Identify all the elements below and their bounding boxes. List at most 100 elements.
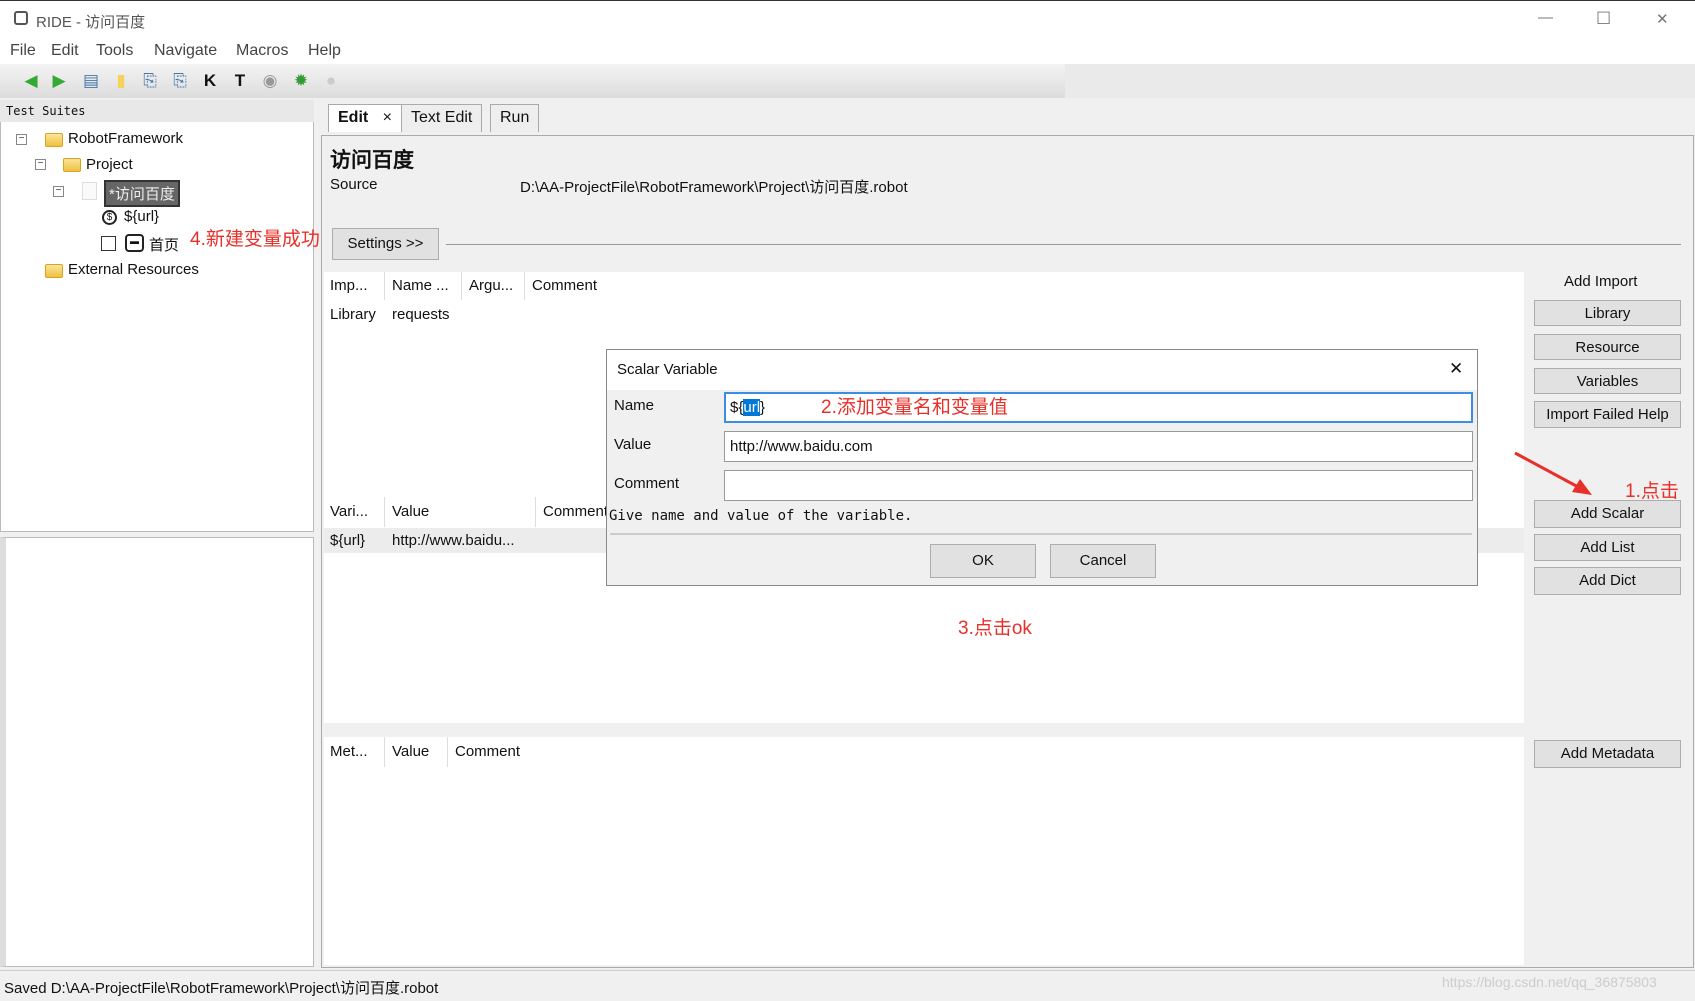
status-text: Saved D:\AA-ProjectFile\RobotFramework\P… [4, 980, 439, 997]
file-icon [82, 182, 97, 200]
value-input[interactable]: http://www.baidu.com [724, 431, 1473, 462]
menu-macros[interactable]: Macros [236, 42, 288, 60]
window-title: RIDE - 访问百度 [36, 14, 146, 31]
column-header[interactable]: Comment [543, 503, 608, 520]
add-library-button[interactable]: Library [1534, 300, 1681, 326]
forward-arrow-icon[interactable]: ▶ [48, 71, 70, 91]
run-icon[interactable]: ◉ [259, 71, 281, 91]
add-dict-button[interactable]: Add Dict [1534, 567, 1681, 595]
dialog-title: Scalar Variable [617, 361, 718, 378]
suite-title: 访问百度 [330, 149, 414, 172]
scalar-variable-dialog: Scalar Variable ✕ Name ${url} 2.添加变量名和变量… [606, 349, 1478, 586]
collapse-icon[interactable]: − [35, 159, 46, 170]
tab-label: Edit [338, 109, 369, 126]
annotation-step3: 3.点击ok [958, 618, 1032, 639]
tab-edit[interactable]: Edit × [328, 104, 403, 132]
tree-item-suite-selected[interactable]: *访问百度 [104, 180, 180, 207]
dialog-close-icon[interactable]: ✕ [1449, 359, 1463, 379]
dialog-title-bar [607, 350, 1477, 390]
title-bar: RIDE - 访问百度 — ☐ ✕ [0, 0, 1695, 38]
add-resource-button[interactable]: Resource [1534, 334, 1681, 360]
debug-bug-icon[interactable]: ✹ [290, 71, 312, 91]
search-keywords-icon[interactable]: K [199, 71, 221, 91]
import-failed-help-button[interactable]: Import Failed Help [1534, 401, 1681, 428]
column-header[interactable]: Comment [532, 277, 597, 294]
name-suffix: } [760, 399, 766, 416]
settings-toggle-button[interactable]: Settings >> [332, 228, 439, 260]
annotation-step1: 1.点击 [1625, 481, 1679, 502]
tree-panel [0, 100, 314, 532]
tree-header: Test Suites [0, 100, 314, 122]
maximize-button[interactable]: ☐ [1596, 9, 1611, 29]
open-suite-icon[interactable]: ▤ [80, 71, 102, 91]
variable-name-cell[interactable]: ${url} [330, 532, 365, 549]
add-variables-button[interactable]: Variables [1534, 368, 1681, 394]
name-prefix: ${ [730, 399, 744, 416]
menu-navigate[interactable]: Navigate [154, 42, 217, 60]
search-tests-icon[interactable]: T [229, 71, 251, 91]
status-bar: Saved D:\AA-ProjectFile\RobotFramework\P… [0, 970, 1695, 1001]
import-type-cell[interactable]: Library [330, 306, 376, 323]
column-header[interactable]: Imp... [330, 277, 368, 294]
variable-icon: $ [102, 210, 117, 225]
menu-help[interactable]: Help [308, 42, 341, 60]
open-directory-icon[interactable]: ▮ [110, 71, 132, 91]
column-header[interactable]: Comment [455, 743, 520, 760]
comment-input[interactable] [724, 470, 1473, 501]
add-list-button[interactable]: Add List [1534, 534, 1681, 561]
save-icon[interactable]: ⎘ [139, 71, 161, 91]
tree-item-external-resources[interactable]: External Resources [68, 261, 199, 278]
source-path: D:\AA-ProjectFile\RobotFramework\Project… [520, 179, 908, 196]
tree-item-robotframework[interactable]: RobotFramework [68, 130, 183, 147]
minimize-button[interactable]: — [1538, 9, 1553, 26]
stop-icon[interactable]: ● [320, 71, 342, 91]
source-label: Source [330, 176, 378, 193]
column-header[interactable]: Value [392, 503, 429, 520]
annotation-step4: 4.新建变量成功 [190, 229, 320, 250]
comment-label: Comment [614, 475, 680, 492]
tab-run[interactable]: Run [490, 104, 540, 132]
folder-icon [63, 158, 81, 172]
close-button[interactable]: ✕ [1656, 10, 1669, 28]
tree-item-homepage[interactable]: 首页 [149, 234, 179, 255]
app-icon [14, 11, 28, 25]
menu-tools[interactable]: Tools [96, 42, 133, 60]
tree-item-variable-url[interactable]: ${url} [124, 208, 159, 225]
menu-file[interactable]: File [10, 42, 36, 60]
column-header[interactable]: Met... [330, 743, 368, 760]
collapse-icon[interactable]: − [16, 134, 27, 145]
ok-button[interactable]: OK [930, 544, 1036, 578]
back-arrow-icon[interactable]: ◀ [20, 71, 42, 91]
watermark: https://blog.csdn.net/qq_36875803 [1442, 974, 1657, 990]
add-metadata-button[interactable]: Add Metadata [1534, 740, 1681, 768]
column-header[interactable]: Name ... [392, 277, 449, 294]
column-header[interactable]: Argu... [469, 277, 513, 294]
import-name-cell[interactable]: requests [392, 306, 450, 323]
column-header[interactable]: Value [392, 743, 429, 760]
save-all-icon[interactable]: ⎘ [169, 71, 191, 91]
test-case-icon: ▬ [125, 234, 144, 252]
close-tab-icon[interactable]: × [383, 109, 392, 126]
annotation-step2: 2.添加变量名和变量值 [821, 397, 1008, 418]
dialog-help-text: Give name and value of the variable. [609, 508, 913, 524]
folder-icon [45, 133, 63, 147]
toolbar: ◀ ▶ ▤ ▮ ⎘ ⎘ K T ◉ ✹ ● [0, 64, 1065, 98]
tree-item-project[interactable]: Project [86, 156, 133, 173]
annotation-arrow-icon [1514, 451, 1592, 495]
external-resources-icon [45, 264, 63, 278]
value-label: Value [614, 436, 652, 453]
toolbar-empty [1065, 64, 1695, 98]
divider [446, 244, 1681, 245]
collapse-icon[interactable]: − [53, 186, 64, 197]
variable-value-cell[interactable]: http://www.baidu... [392, 532, 515, 549]
menu-edit[interactable]: Edit [51, 42, 79, 60]
add-scalar-button[interactable]: Add Scalar [1534, 500, 1681, 528]
menu-bar: File Edit Tools Navigate Macros Help [0, 38, 1695, 64]
column-header[interactable]: Vari... [330, 503, 368, 520]
divider [610, 533, 1472, 535]
name-label: Name [614, 397, 655, 414]
name-selection: url [743, 399, 761, 416]
checkbox[interactable] [101, 236, 116, 251]
cancel-button[interactable]: Cancel [1050, 544, 1156, 578]
tab-text-edit[interactable]: Text Edit [401, 104, 483, 132]
